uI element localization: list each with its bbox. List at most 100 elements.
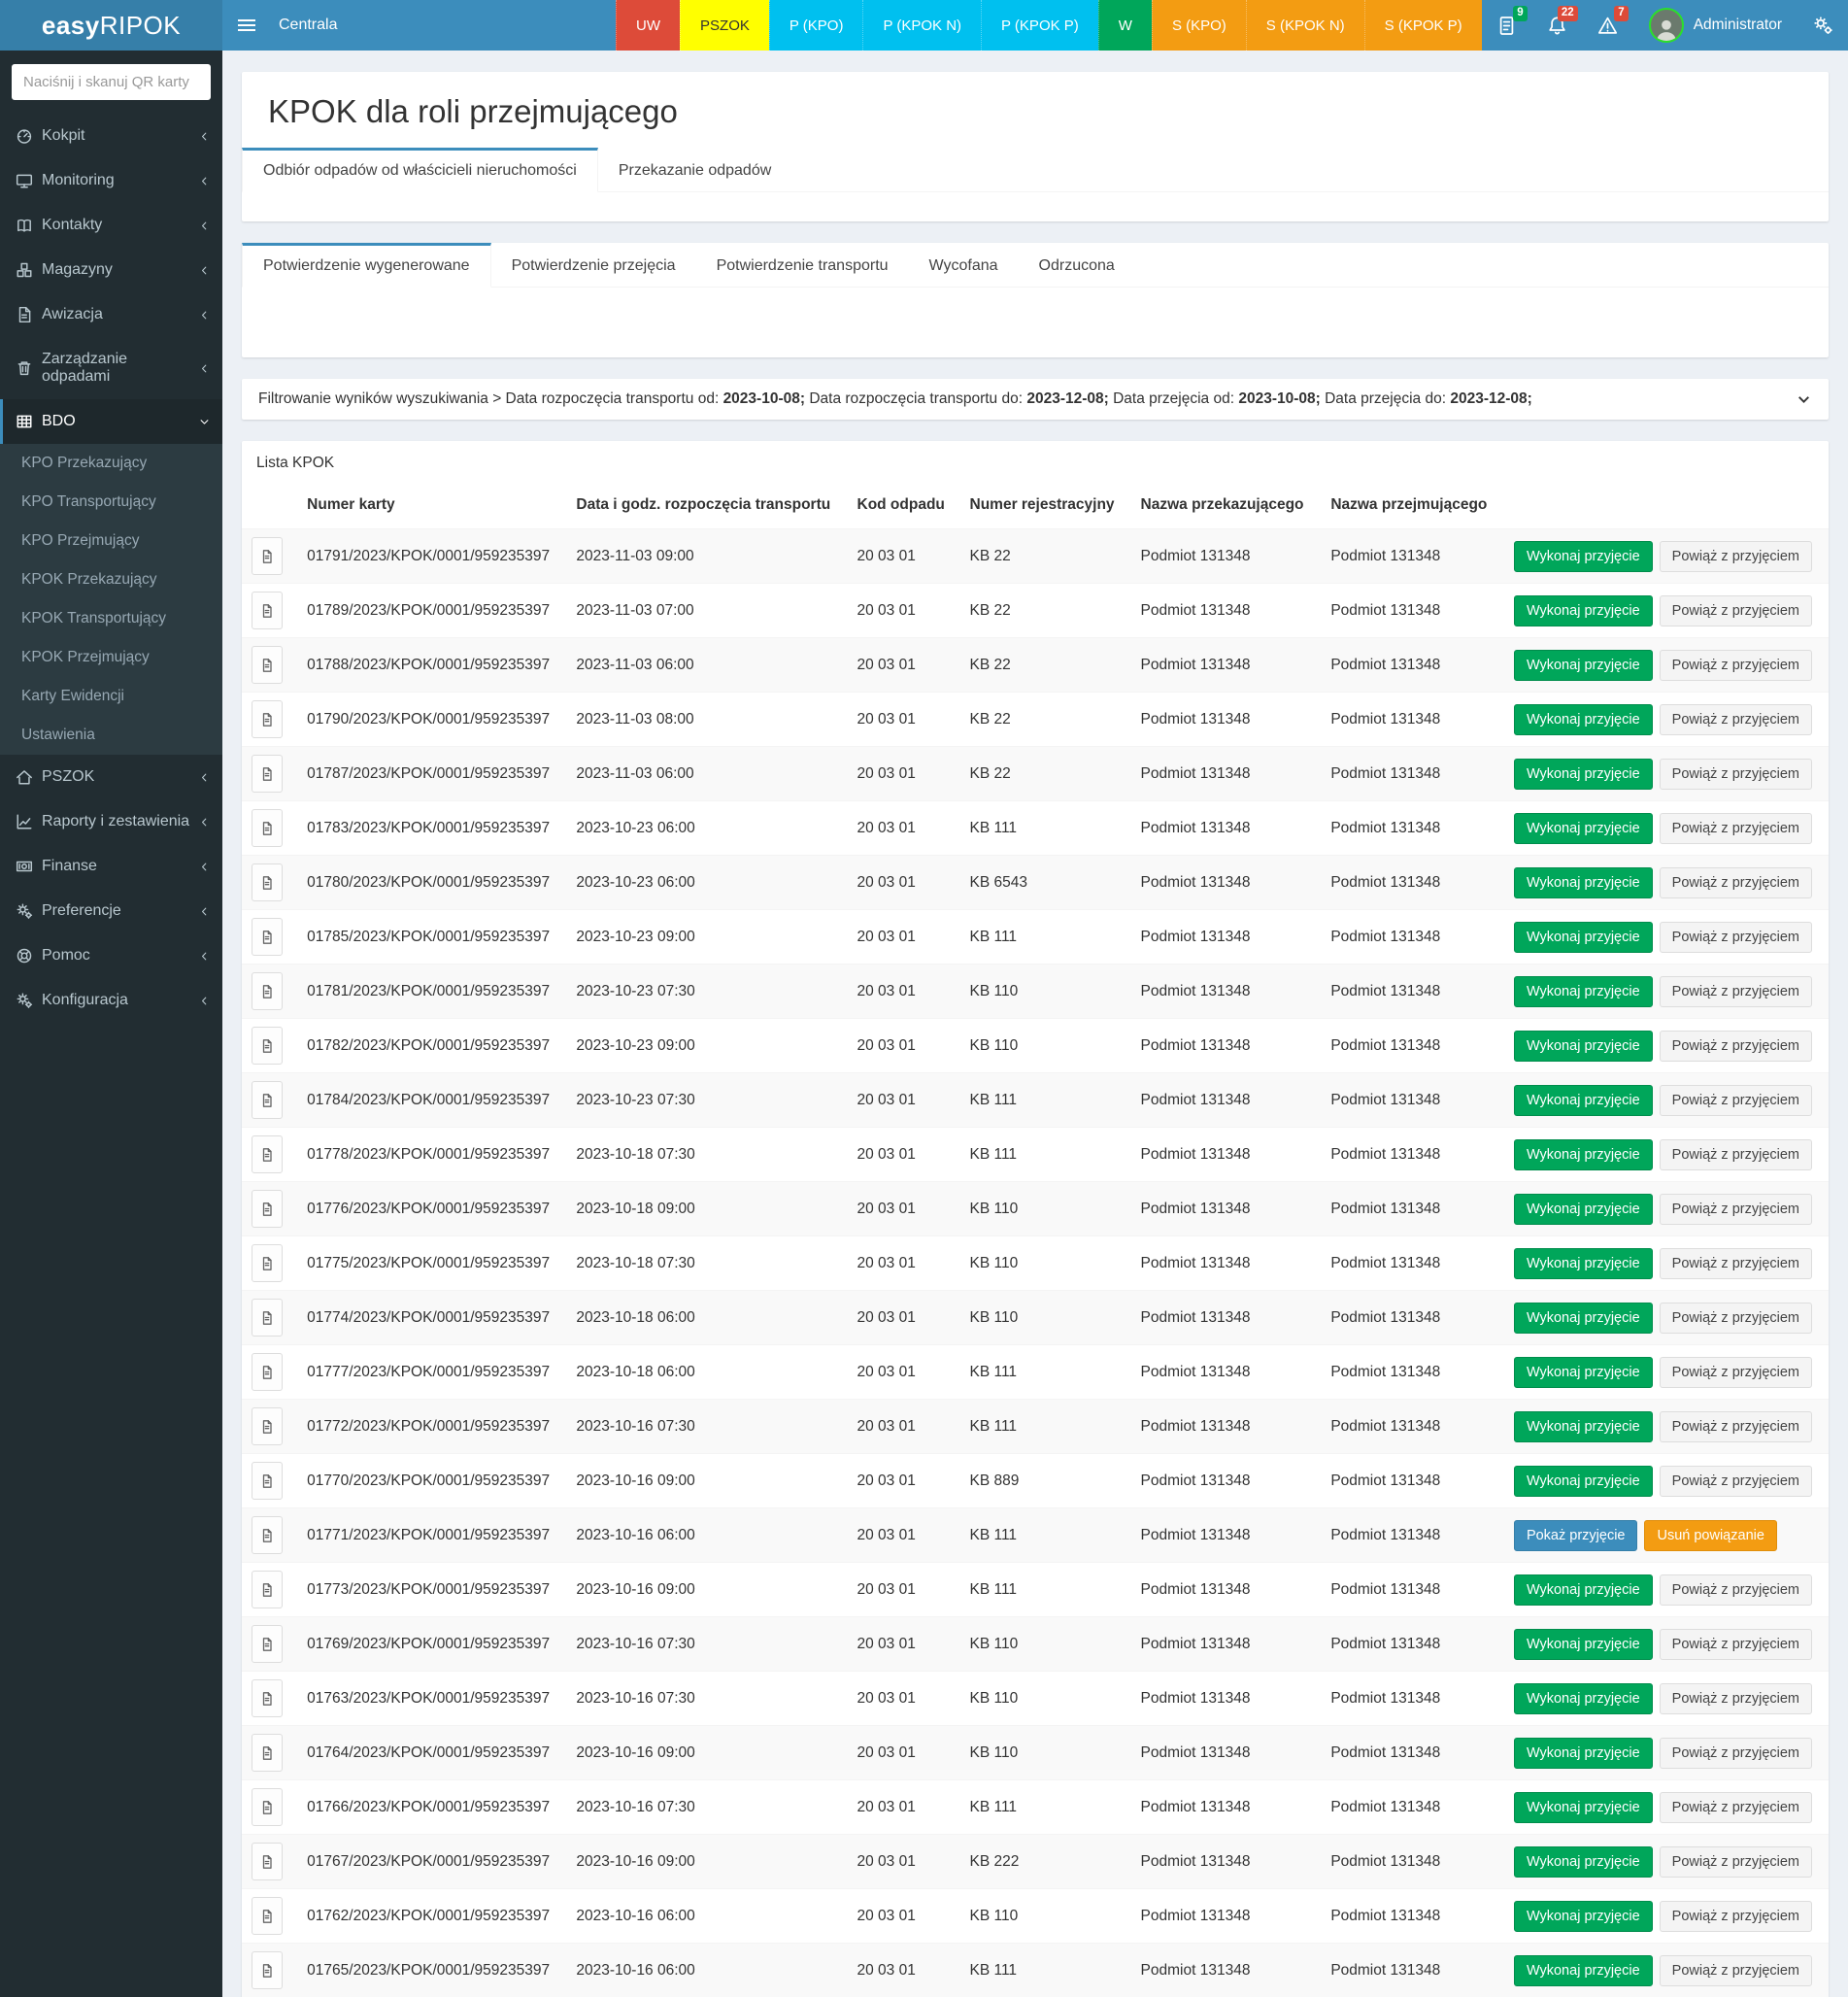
wykonaj-przyjecie-button[interactable]: Wykonaj przyjęcie — [1514, 1303, 1653, 1334]
powiaz-z-przyjeciem-button[interactable]: Powiąż z przyjęciem — [1660, 650, 1812, 681]
wykonaj-przyjecie-button[interactable]: Wykonaj przyjęcie — [1514, 650, 1653, 681]
powiaz-z-przyjeciem-button[interactable]: Powiąż z przyjęciem — [1660, 1194, 1812, 1225]
wykonaj-przyjecie-button[interactable]: Wykonaj przyjęcie — [1514, 813, 1653, 844]
status-tab-potwierdzenie-wygenerowane[interactable]: Potwierdzenie wygenerowane — [242, 243, 491, 288]
nav-button-uw[interactable]: UW — [616, 0, 680, 51]
card-preview-button[interactable] — [252, 1897, 283, 1935]
card-preview-button[interactable] — [252, 592, 283, 629]
card-preview-button[interactable] — [252, 1679, 283, 1717]
wykonaj-przyjecie-button[interactable]: Wykonaj przyjęcie — [1514, 1629, 1653, 1660]
wykonaj-przyjecie-button[interactable]: Wykonaj przyjęcie — [1514, 1411, 1653, 1442]
tab-przekazanie-odpadow[interactable]: Przekazanie odpadów — [598, 148, 791, 192]
card-preview-button[interactable] — [252, 1951, 283, 1989]
wykonaj-przyjecie-button[interactable]: Wykonaj przyjęcie — [1514, 704, 1653, 735]
card-preview-button[interactable] — [252, 1027, 283, 1065]
sidebar-subitem-kpo-przejmujacy[interactable]: KPO Przejmujący — [0, 522, 222, 560]
status-tab-wycofana[interactable]: Wycofana — [909, 243, 1019, 288]
card-preview-button[interactable] — [252, 863, 283, 901]
powiaz-z-przyjeciem-button[interactable]: Powiąż z przyjęciem — [1660, 1955, 1812, 1986]
wykonaj-przyjecie-button[interactable]: Wykonaj przyjęcie — [1514, 1194, 1653, 1225]
status-tab-potwierdzenie-transportu[interactable]: Potwierdzenie transportu — [696, 243, 909, 288]
wykonaj-przyjecie-button[interactable]: Wykonaj przyjęcie — [1514, 1466, 1653, 1497]
card-preview-button[interactable] — [252, 1135, 283, 1173]
powiaz-z-przyjeciem-button[interactable]: Powiąż z przyjęciem — [1660, 1085, 1812, 1116]
powiaz-z-przyjeciem-button[interactable]: Powiąż z przyjęciem — [1660, 867, 1812, 898]
usun-powiazanie-button[interactable]: Usuń powiązanie — [1644, 1520, 1776, 1551]
wykonaj-przyjecie-button[interactable]: Wykonaj przyjęcie — [1514, 541, 1653, 572]
sidebar-item-zarzadzanie-odpadami[interactable]: Zarządzanie odpadami — [0, 337, 222, 399]
pokaz-przyjecie-button[interactable]: Pokaż przyjęcie — [1514, 1520, 1638, 1551]
wykonaj-przyjecie-button[interactable]: Wykonaj przyjęcie — [1514, 595, 1653, 626]
powiaz-z-przyjeciem-button[interactable]: Powiąż z przyjęciem — [1660, 595, 1812, 626]
wykonaj-przyjecie-button[interactable]: Wykonaj przyjęcie — [1514, 1955, 1653, 1986]
filter-bar[interactable]: Filtrowanie wyników wyszukiwania > Data … — [242, 379, 1829, 420]
nav-button-p-kpok-p[interactable]: P (KPOK P) — [981, 0, 1098, 51]
sidebar-subitem-kpok-transportujacy[interactable]: KPOK Transportujący — [0, 599, 222, 638]
wykonaj-przyjecie-button[interactable]: Wykonaj przyjęcie — [1514, 1738, 1653, 1769]
card-preview-button[interactable] — [252, 1407, 283, 1445]
sidebar-item-pszok[interactable]: PSZOK — [0, 755, 222, 799]
card-preview-button[interactable] — [252, 1734, 283, 1772]
powiaz-z-przyjeciem-button[interactable]: Powiąż z przyjęciem — [1660, 541, 1812, 572]
sidebar-item-kokpit[interactable]: Kokpit — [0, 114, 222, 158]
sidebar-subitem-kpo-przekazujacy[interactable]: KPO Przekazujący — [0, 444, 222, 483]
card-preview-button[interactable] — [252, 755, 283, 793]
sidebar-subitem-karty-ewidencji[interactable]: Karty Ewidencji — [0, 677, 222, 716]
powiaz-z-przyjeciem-button[interactable]: Powiąż z przyjęciem — [1660, 1411, 1812, 1442]
sidebar-item-awizacja[interactable]: Awizacja — [0, 292, 222, 337]
card-preview-button[interactable] — [252, 537, 283, 575]
card-preview-button[interactable] — [252, 1190, 283, 1228]
card-preview-button[interactable] — [252, 1081, 283, 1119]
wykonaj-przyjecie-button[interactable]: Wykonaj przyjęcie — [1514, 1901, 1653, 1932]
notification-bell-icon[interactable]: 22 — [1532, 0, 1583, 51]
sidebar-subitem-ustawienia[interactable]: Ustawienia — [0, 716, 222, 755]
wykonaj-przyjecie-button[interactable]: Wykonaj przyjęcie — [1514, 759, 1653, 790]
card-preview-button[interactable] — [252, 809, 283, 847]
notification-warning-icon[interactable]: 7 — [1583, 0, 1633, 51]
settings-cogs-button[interactable] — [1798, 0, 1848, 51]
powiaz-z-przyjeciem-button[interactable]: Powiąż z przyjęciem — [1660, 1031, 1812, 1062]
sidebar-toggle-button[interactable] — [222, 0, 271, 51]
qr-search-input[interactable] — [12, 64, 211, 100]
card-preview-button[interactable] — [252, 1516, 283, 1554]
powiaz-z-przyjeciem-button[interactable]: Powiąż z przyjęciem — [1660, 759, 1812, 790]
powiaz-z-przyjeciem-button[interactable]: Powiąż z przyjęciem — [1660, 1574, 1812, 1606]
sidebar-subitem-kpok-przekazujacy[interactable]: KPOK Przekazujący — [0, 560, 222, 599]
status-tab-potwierdzenie-przejecia[interactable]: Potwierdzenie przejęcia — [491, 243, 696, 288]
powiaz-z-przyjeciem-button[interactable]: Powiąż z przyjęciem — [1660, 1248, 1812, 1279]
wykonaj-przyjecie-button[interactable]: Wykonaj przyjęcie — [1514, 1357, 1653, 1388]
card-preview-button[interactable] — [252, 700, 283, 738]
wykonaj-przyjecie-button[interactable]: Wykonaj przyjęcie — [1514, 1792, 1653, 1823]
wykonaj-przyjecie-button[interactable]: Wykonaj przyjęcie — [1514, 1683, 1653, 1714]
nav-button-s-kpok-p[interactable]: S (KPOK P) — [1364, 0, 1482, 51]
card-preview-button[interactable] — [252, 918, 283, 956]
powiaz-z-przyjeciem-button[interactable]: Powiąż z przyjęciem — [1660, 813, 1812, 844]
card-preview-button[interactable] — [252, 1571, 283, 1608]
sidebar-item-preferencje[interactable]: Preferencje — [0, 889, 222, 933]
tab-odbior-odpadow-od-wlascicieli-nieruchomosci[interactable]: Odbiór odpadów od właścicieli nieruchomo… — [242, 148, 598, 192]
user-menu[interactable]: Administrator — [1633, 0, 1798, 51]
wykonaj-przyjecie-button[interactable]: Wykonaj przyjęcie — [1514, 976, 1653, 1007]
wykonaj-przyjecie-button[interactable]: Wykonaj przyjęcie — [1514, 867, 1653, 898]
powiaz-z-przyjeciem-button[interactable]: Powiąż z przyjęciem — [1660, 976, 1812, 1007]
powiaz-z-przyjeciem-button[interactable]: Powiąż z przyjęciem — [1660, 1139, 1812, 1170]
wykonaj-przyjecie-button[interactable]: Wykonaj przyjęcie — [1514, 1031, 1653, 1062]
notification-document-icon[interactable]: 9 — [1482, 0, 1532, 51]
nav-button-w[interactable]: W — [1098, 0, 1152, 51]
sidebar-item-raporty-i-zestawienia[interactable]: Raporty i zestawienia — [0, 799, 222, 844]
card-preview-button[interactable] — [252, 1625, 283, 1663]
sidebar-item-magazyny[interactable]: Magazyny — [0, 248, 222, 292]
wykonaj-przyjecie-button[interactable]: Wykonaj przyjęcie — [1514, 1085, 1653, 1116]
powiaz-z-przyjeciem-button[interactable]: Powiąż z przyjęciem — [1660, 1683, 1812, 1714]
sidebar-subitem-kpo-transportujacy[interactable]: KPO Transportujący — [0, 483, 222, 522]
powiaz-z-przyjeciem-button[interactable]: Powiąż z przyjęciem — [1660, 922, 1812, 953]
sidebar-subitem-kpok-przejmujacy[interactable]: KPOK Przejmujący — [0, 638, 222, 677]
wykonaj-przyjecie-button[interactable]: Wykonaj przyjęcie — [1514, 1574, 1653, 1606]
card-preview-button[interactable] — [252, 1462, 283, 1500]
nav-button-s-kpok-n[interactable]: S (KPOK N) — [1246, 0, 1364, 51]
sidebar-item-konfiguracja[interactable]: Konfiguracja — [0, 978, 222, 1023]
card-preview-button[interactable] — [252, 1299, 283, 1337]
card-preview-button[interactable] — [252, 1788, 283, 1826]
powiaz-z-przyjeciem-button[interactable]: Powiąż z przyjęciem — [1660, 1466, 1812, 1497]
powiaz-z-przyjeciem-button[interactable]: Powiąż z przyjęciem — [1660, 1901, 1812, 1932]
